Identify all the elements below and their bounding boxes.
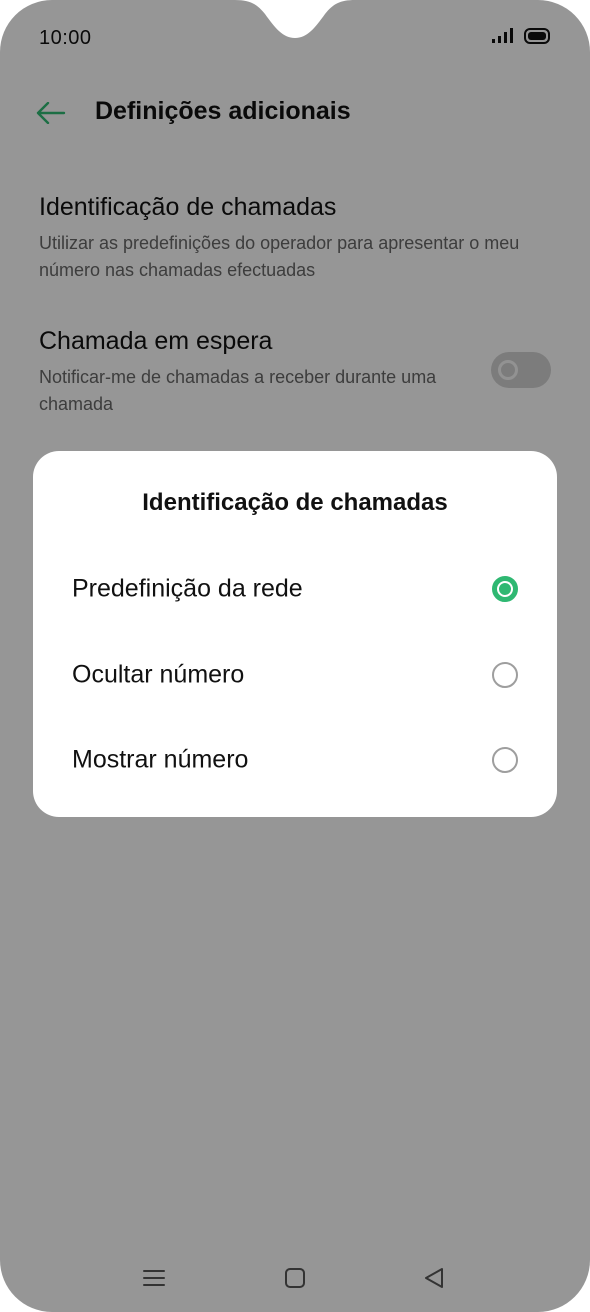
- option-network-default[interactable]: Predefinição da rede: [33, 546, 557, 632]
- option-label: Mostrar número: [72, 745, 249, 774]
- radio-button[interactable]: [492, 662, 518, 688]
- phone-screen: 10:00 Definições adicionais Identificaçã…: [0, 0, 590, 1312]
- radio-button[interactable]: [492, 576, 518, 602]
- caller-id-dialog: Identificação de chamadas Predefinição d…: [33, 451, 557, 817]
- option-hide-number[interactable]: Ocultar número: [33, 632, 557, 718]
- camera-notch: [235, 0, 355, 38]
- dialog-title: Identificação de chamadas: [142, 489, 448, 516]
- option-show-number[interactable]: Mostrar número: [33, 717, 557, 803]
- option-label: Predefinição da rede: [72, 574, 303, 603]
- option-label: Ocultar número: [72, 660, 245, 689]
- radio-button[interactable]: [492, 747, 518, 773]
